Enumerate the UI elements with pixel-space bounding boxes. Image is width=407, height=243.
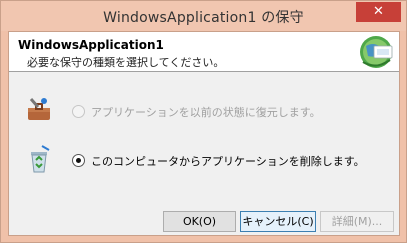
application-name: WindowsApplication1 [18,38,164,52]
option-restore: アプリケーションを以前の状態に復元します。 [9,95,399,127]
title-bar[interactable]: WindowsApplication1 の保守 ✕ [1,1,406,31]
maintenance-dialog: WindowsApplication1 の保守 ✕ WindowsApplica… [0,0,407,243]
restore-toolbox-icon [28,98,50,120]
option-remove: このコンピュータからアプリケーションを削除します。 [9,144,399,176]
install-globe-icon [360,36,393,68]
restore-radio[interactable] [72,105,85,118]
dialog-client-area: WindowsApplication1 必要な保守の種類を選択してください。 ア… [8,31,400,236]
close-button[interactable]: ✕ [356,2,401,22]
details-button[interactable]: 詳細(M)... [320,211,394,232]
button-bar: OK(O) キャンセル(C) 詳細(M)... [9,200,399,235]
remove-radio[interactable] [72,154,85,167]
instruction-text: 必要な保守の種類を選択してください。 [27,56,225,69]
remove-option-label[interactable]: このコンピュータからアプリケーションを削除します。 [91,153,365,169]
dialog-header: WindowsApplication1 必要な保守の種類を選択してください。 [9,32,399,72]
restore-option-label: アプリケーションを以前の状態に復元します。 [91,106,321,119]
recycle-bin-icon [31,145,50,173]
cancel-button[interactable]: キャンセル(C) [240,211,316,232]
ok-button[interactable]: OK(O) [163,211,236,232]
window-title: WindowsApplication1 の保守 [103,10,304,26]
